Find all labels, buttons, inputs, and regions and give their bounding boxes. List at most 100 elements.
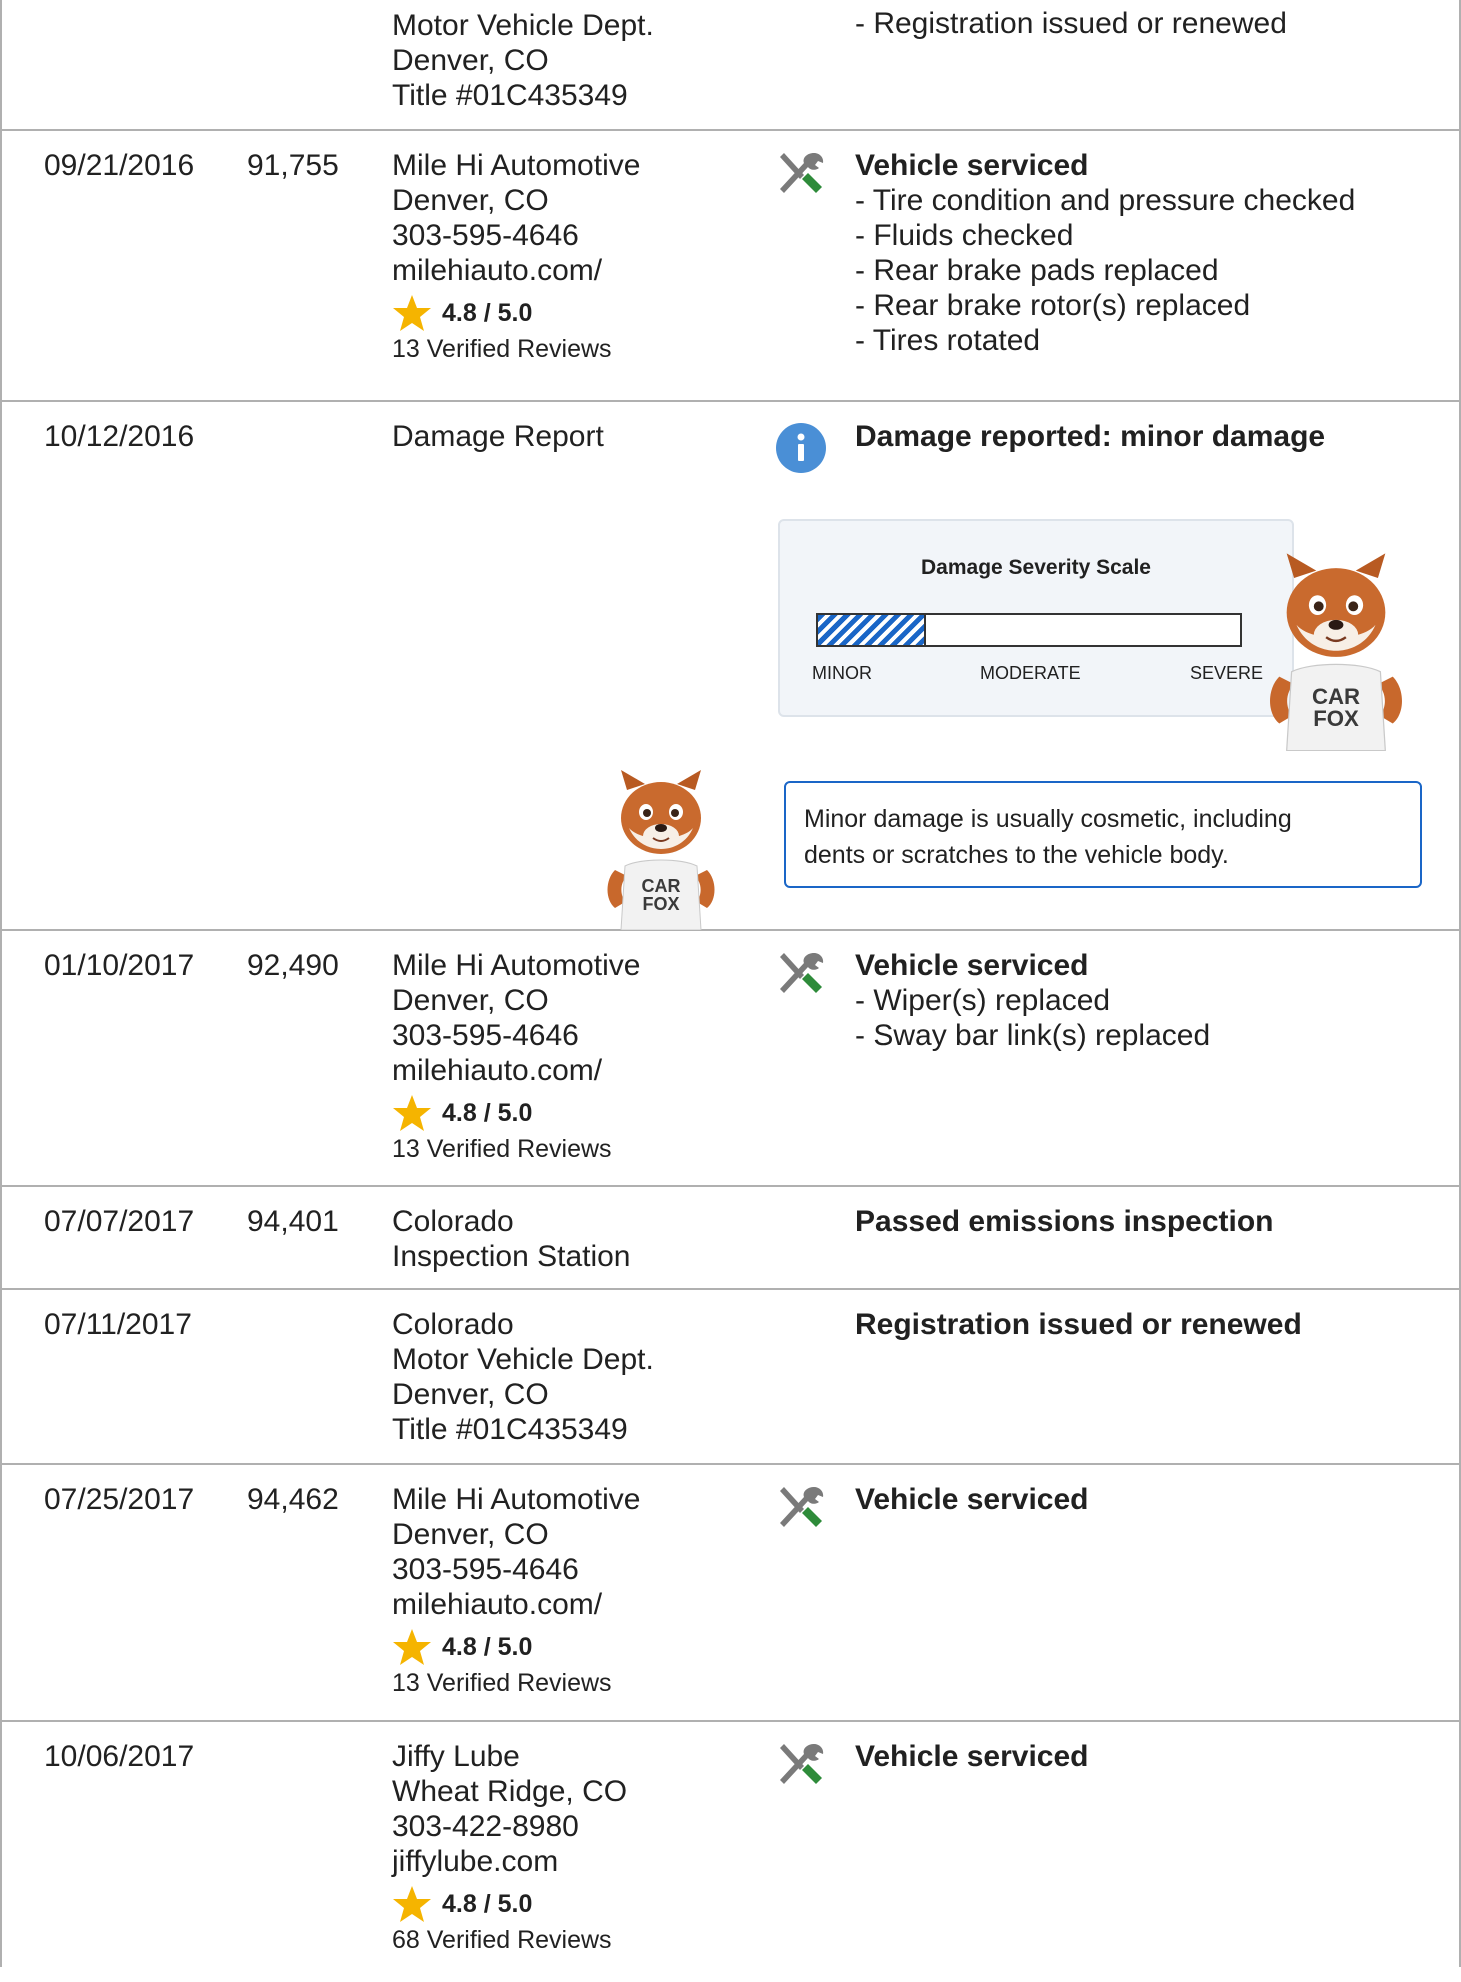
source-line: Colorado <box>392 1308 514 1341</box>
verified-reviews-link[interactable]: 13 Verified Reviews <box>392 332 640 366</box>
record-date: 09/21/2016 <box>44 149 195 182</box>
rating-value: 4.8 / 5.0 <box>442 1889 533 1918</box>
source-website-link[interactable]: jiffylube.com <box>392 1844 627 1879</box>
details-bullet: - Rear brake rotor(s) replaced <box>855 288 1355 323</box>
source-line: Title #01C435349 <box>392 79 628 112</box>
bullet-dash: - <box>855 7 874 40</box>
source-rating[interactable]: 4.8 / 5.0 <box>392 1628 640 1666</box>
bullet-text: Fluids checked <box>873 219 1074 252</box>
bullet-dash: - <box>855 324 873 357</box>
rating-value: 4.8 / 5.0 <box>442 1098 533 1127</box>
source-line: 303-595-4646 <box>392 1553 579 1586</box>
info-icon-wrap <box>775 422 827 479</box>
record-details: Passed emissions inspection <box>855 1204 1274 1239</box>
damage-explanation-callout: Minor damage is usually cosmetic, includ… <box>784 781 1422 888</box>
source-rating[interactable]: 4.8 / 5.0 <box>392 1094 640 1132</box>
record-odometer: 92,490 <box>247 949 339 982</box>
bullet-text: Wiper(s) replaced <box>873 984 1111 1017</box>
wrench-screwdriver-icon <box>780 153 824 193</box>
details-title: Registration issued or renewed <box>855 1308 1302 1341</box>
bullet-dash: - <box>855 289 874 322</box>
record-source: Colorado Inspection Station <box>392 1204 631 1274</box>
severity-bar <box>816 613 1242 647</box>
history-row: 10/06/2017 Jiffy Lube Wheat Ridge, CO 303-4… <box>2 1722 1459 1982</box>
details-bullet: - Sway bar link(s) replaced <box>855 1018 1210 1053</box>
verified-reviews-link[interactable]: 68 Verified Reviews <box>392 1923 627 1957</box>
details-bullet: - Tires rotated <box>855 323 1355 358</box>
verified-reviews-link[interactable]: 13 Verified Reviews <box>392 1132 640 1166</box>
source-line: 303-595-4646 <box>392 1019 579 1052</box>
severity-label-moderate: MODERATE <box>980 663 1081 683</box>
details-title: Passed emissions inspection <box>855 1205 1274 1238</box>
star-icon <box>393 1095 431 1131</box>
details-title: Vehicle serviced <box>855 1483 1089 1516</box>
bullet-dash: - <box>855 1019 874 1052</box>
source-line: Mile Hi Automotive <box>392 949 641 982</box>
wrench-screwdriver-icon <box>780 1487 824 1527</box>
verified-reviews-link[interactable]: 13 Verified Reviews <box>392 1666 640 1700</box>
record-details: Vehicle serviced <box>855 1482 1089 1517</box>
history-row: 07/07/2017 94,401 Colorado Inspection Stati… <box>2 1187 1459 1290</box>
bullet-text: Rear brake rotor(s) replaced <box>873 289 1251 322</box>
record-date: 01/10/2017 <box>44 949 195 982</box>
source-line: Denver, CO <box>392 184 549 217</box>
carfox-mascot-panel: CAR FOX <box>1262 553 1410 756</box>
carfox-shirt-text-line2: FOX <box>1313 706 1359 731</box>
record-date: 07/11/2017 <box>44 1308 192 1341</box>
service-icon-wrap <box>774 949 828 1004</box>
source-line: Title #01C435349 <box>392 1413 628 1446</box>
bullet-text: Tires rotated <box>872 324 1041 357</box>
record-details: - Registration issued or renewed <box>855 6 1287 41</box>
source-rating[interactable]: 4.8 / 5.0 <box>392 294 640 332</box>
record-source: Motor Vehicle Dept. Denver, CO Title #01C4… <box>392 8 654 113</box>
wrench-screwdriver-icon <box>780 1744 824 1784</box>
service-icon-wrap <box>774 1483 828 1538</box>
record-source: Mile Hi Automotive Denver, CO 303-595-4646… <box>392 148 640 366</box>
source-line: 303-422-8980 <box>392 1810 579 1843</box>
star-icon <box>393 1886 431 1922</box>
details-bullet: - Fluids checked <box>855 218 1355 253</box>
details-title: Vehicle serviced <box>855 149 1089 182</box>
record-source: Damage Report <box>392 419 604 454</box>
source-line: Denver, CO <box>392 44 549 77</box>
record-odometer: 94,401 <box>247 1205 339 1238</box>
history-row: 07/11/2017 Colorado Motor Vehicle Dept. Den… <box>2 1290 1459 1465</box>
source-line: Motor Vehicle Dept. <box>392 9 654 42</box>
source-website-link[interactable]: milehiauto.com/ <box>392 1587 640 1622</box>
bullet-dash: - <box>855 219 874 252</box>
bullet-dash: - <box>855 984 874 1017</box>
record-odometer: 91,755 <box>247 149 339 182</box>
carfox-mascot-row: CAR FOX <box>596 770 726 935</box>
source-rating[interactable]: 4.8 / 5.0 <box>392 1885 627 1923</box>
record-source: Mile Hi Automotive Denver, CO 303-595-4646… <box>392 1482 640 1700</box>
source-website-link[interactable]: milehiauto.com/ <box>392 253 640 288</box>
severity-title: Damage Severity Scale <box>921 556 1151 579</box>
record-date: 10/06/2017 <box>44 1740 195 1773</box>
record-details: Registration issued or renewed <box>855 1307 1302 1342</box>
service-icon-wrap <box>774 1740 828 1795</box>
details-bullet: - Registration issued or renewed <box>855 6 1287 41</box>
record-odometer: 94,462 <box>247 1483 339 1516</box>
history-row: 07/25/2017 94,462 Mile Hi Automotive Denver… <box>2 1465 1459 1722</box>
damage-severity-panel: Damage Severity Scale MINOR MODERATE SEVERE <box>778 519 1294 717</box>
source-line: Mile Hi Automotive <box>392 149 641 182</box>
source-line: Colorado <box>392 1205 514 1238</box>
rating-value: 4.8 / 5.0 <box>442 298 533 327</box>
star-icon <box>393 1629 431 1665</box>
record-details: Vehicle serviced - Wiper(s) replaced - Swa… <box>855 948 1210 1053</box>
bullet-dash: - <box>855 184 873 217</box>
callout-line: dents or scratches to the vehicle body. <box>804 841 1229 869</box>
bullet-text: Registration issued or renewed <box>873 7 1287 40</box>
severity-label-minor: MINOR <box>812 663 872 683</box>
source-website-link[interactable]: milehiauto.com/ <box>392 1053 640 1088</box>
bullet-dash: - <box>855 254 874 287</box>
source-line: 303-595-4646 <box>392 219 579 252</box>
carfox-shirt-text-line2: FOX <box>642 894 679 914</box>
details-title: Vehicle serviced <box>855 949 1089 982</box>
details-title: Vehicle serviced <box>855 1740 1089 1773</box>
info-icon <box>776 423 826 473</box>
history-row: 01/10/2017 92,490 Mile Hi Automotive Denver… <box>2 931 1459 1187</box>
source-line: Inspection Station <box>392 1240 631 1273</box>
record-details: Vehicle serviced - Tire condition and pre… <box>855 148 1355 358</box>
record-source: Colorado Motor Vehicle Dept. Denver, CO Tit… <box>392 1307 654 1447</box>
